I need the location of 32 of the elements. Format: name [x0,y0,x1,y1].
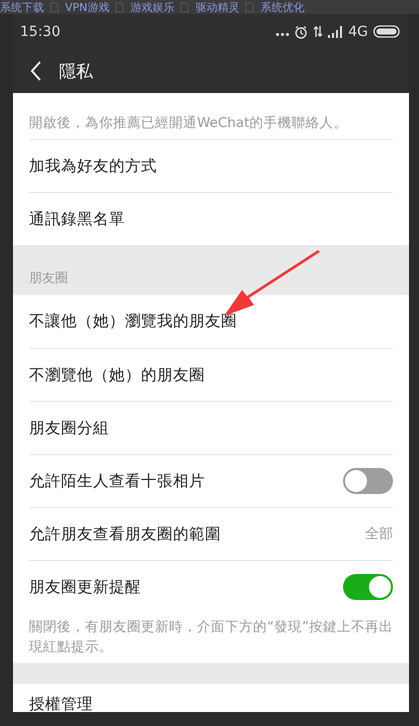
toggle-switch[interactable] [343,574,393,600]
screen-title: 隱私 [59,60,93,82]
page-icon [115,2,124,12]
data-arrows-icon [313,25,324,38]
setting-label[interactable]: 加我為好友的方式 [29,156,157,176]
page-icon [245,2,254,12]
setting-label[interactable]: 允許陌生人查看十張相片 [29,470,205,492]
setting-label[interactable]: 不瀏覽他（她）的朋友圈 [29,364,205,386]
network-type: 4G [348,24,368,40]
page-icon [180,2,190,12]
hint-text: 關閉後，有朋友圈更新時，介面下方的“發現”按鍵上不再出現紅點提示。 [28,618,394,657]
setting-label[interactable]: 授權管理 [29,694,93,712]
battery-icon [373,25,401,38]
bookmark-link[interactable]: 游戏娱乐 [130,0,174,14]
setting-label[interactable]: 朋友圈更新提醒 [29,576,141,598]
hint-text: 開啟後，為你推薦已經開通WeChat的手機聯絡人。 [28,114,348,133]
setting-label[interactable]: 不讓他（她）瀏覽我的朋友圈 [29,311,237,332]
bookmark-link[interactable]: 系统下载 [0,0,44,14]
setting-label[interactable]: 允許朋友查看朋友圈的範圍 [29,524,221,544]
bookmark-link[interactable]: VPN游戏 [65,0,110,14]
section-header: 朋友圈 [29,270,68,287]
alarm-clock-icon [294,24,308,38]
setting-label[interactable]: 朋友圈分組 [29,418,109,438]
setting-label[interactable]: 通訊錄黑名單 [29,208,125,230]
signal-icon [328,26,344,38]
page-icon [50,2,59,12]
bookmark-link[interactable]: 系统优化 [260,0,304,14]
more-dots-icon [276,33,290,36]
setting-value: 全部 [365,525,393,543]
clock-time: 15:30 [20,24,60,40]
bookmark-link[interactable]: 驱动精灵 [195,0,240,14]
toggle-switch[interactable] [343,468,393,494]
